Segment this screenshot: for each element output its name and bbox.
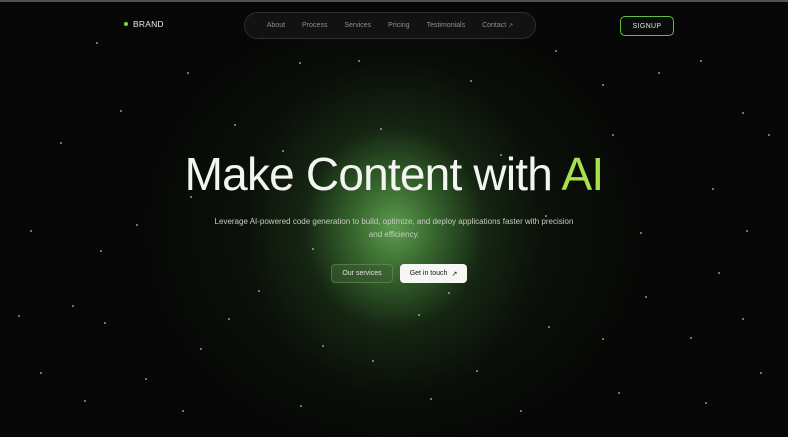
- arrow-up-right-icon: ↗: [451, 270, 458, 278]
- landing-page: BRAND About Process Services Pricing Tes…: [0, 0, 788, 437]
- star-dot: [60, 142, 62, 144]
- star-dot: [555, 50, 557, 52]
- star-dot: [742, 318, 744, 320]
- nav-item-contact[interactable]: Contact ↗: [474, 22, 522, 29]
- star-dot: [718, 272, 720, 274]
- star-dot: [700, 60, 702, 62]
- nav-item-pricing[interactable]: Pricing: [380, 22, 418, 29]
- nav-item-services[interactable]: Services: [336, 22, 380, 29]
- star-dot: [100, 250, 102, 252]
- star-dot: [299, 62, 301, 64]
- get-in-touch-label: Get in touch: [409, 270, 448, 277]
- star-dot: [768, 134, 770, 136]
- star-dot: [300, 405, 302, 407]
- get-in-touch-button[interactable]: Get in touch ↗: [400, 264, 467, 283]
- arrow-up-right-icon: ↗: [508, 23, 514, 29]
- nav-item-testimonials[interactable]: Testimonials: [418, 22, 474, 29]
- star-dot: [746, 230, 748, 232]
- star-dot: [200, 348, 202, 350]
- star-dot: [476, 370, 478, 372]
- star-dot: [742, 112, 744, 114]
- star-dot: [84, 400, 86, 402]
- star-dot: [72, 305, 74, 307]
- our-services-button[interactable]: Our services: [331, 264, 393, 283]
- brand-name: BRAND: [133, 19, 164, 29]
- brand-dot-icon: [124, 22, 128, 26]
- star-dot: [520, 410, 522, 412]
- star-dot: [690, 337, 692, 339]
- star-dot: [760, 372, 762, 374]
- star-dot: [380, 128, 382, 130]
- star-dot: [372, 360, 374, 362]
- star-dot: [470, 80, 472, 82]
- nav-item-label: Pricing: [388, 22, 410, 29]
- star-dot: [322, 345, 324, 347]
- star-dot: [618, 392, 620, 394]
- hero-subtitle: Leverage AI-powered code generation to b…: [214, 217, 574, 239]
- star-dot: [645, 296, 647, 298]
- star-dot: [418, 314, 420, 316]
- star-dot: [430, 398, 432, 400]
- star-dot: [96, 42, 98, 44]
- star-dot: [187, 72, 189, 74]
- main-nav: About Process Services Pricing Testimoni…: [244, 12, 536, 39]
- brand-logo[interactable]: BRAND: [124, 19, 164, 29]
- star-dot: [612, 134, 614, 136]
- nav-item-about[interactable]: About: [258, 22, 293, 29]
- hero-title-main: Make Content with: [184, 148, 562, 200]
- nav-item-label: Testimonials: [426, 22, 466, 29]
- hero-title: Make Content with AI: [0, 148, 788, 200]
- star-dot: [548, 326, 550, 328]
- nav-item-label: About: [266, 22, 286, 29]
- star-dot: [104, 322, 106, 324]
- nav-item-label: Contact: [482, 22, 507, 29]
- star-dot: [228, 318, 230, 320]
- star-dot: [658, 72, 660, 74]
- signup-button[interactable]: SIGNUP: [620, 16, 674, 36]
- star-dot: [602, 84, 604, 86]
- star-dot: [145, 378, 147, 380]
- star-dot: [640, 232, 642, 234]
- nav-item-process[interactable]: Process: [294, 22, 336, 29]
- star-dot: [258, 290, 260, 292]
- star-dot: [602, 338, 604, 340]
- hero-title-accent: AI: [561, 148, 604, 200]
- star-dot: [312, 248, 314, 250]
- star-dot: [705, 402, 707, 404]
- star-dot: [136, 224, 138, 226]
- star-dot: [448, 292, 450, 294]
- star-dot: [182, 410, 184, 412]
- our-services-label: Our services: [342, 270, 382, 277]
- star-dot: [40, 372, 42, 374]
- star-dot: [18, 315, 20, 317]
- nav-item-label: Process: [302, 22, 328, 29]
- star-dot: [358, 60, 360, 62]
- star-dot: [234, 124, 236, 126]
- star-dot: [30, 230, 32, 232]
- star-dot: [120, 110, 122, 112]
- nav-item-label: Services: [344, 22, 372, 29]
